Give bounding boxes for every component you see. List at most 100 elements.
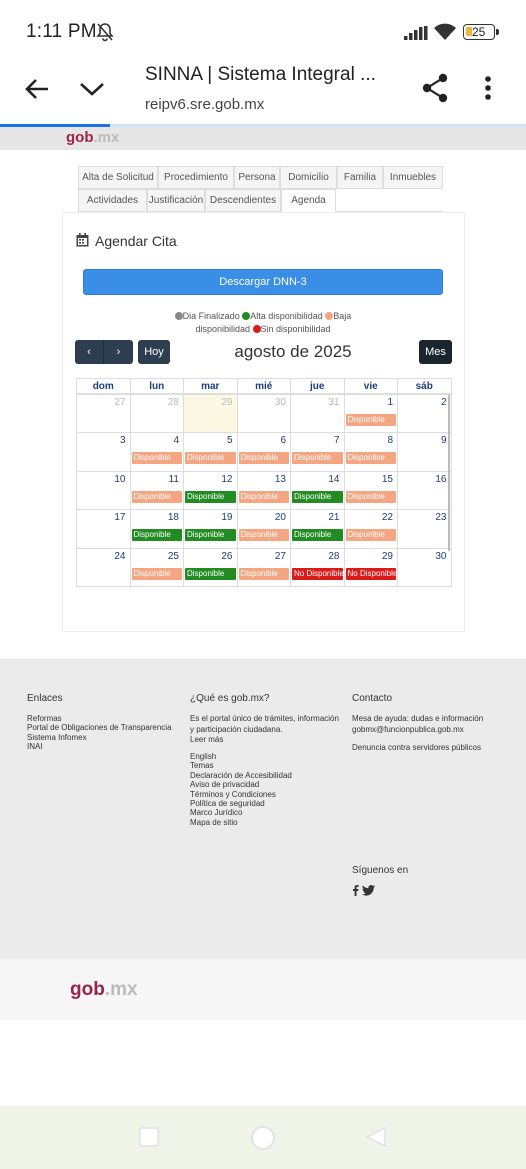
today-button[interactable]: Hoy (138, 340, 170, 364)
calendar-day-cell[interactable]: 30 (397, 547, 452, 587)
day-number[interactable]: 30 (435, 551, 446, 562)
calendar-day-cell[interactable]: 20 Disponible (236, 509, 291, 549)
availability-event[interactable]: Disponible (185, 567, 236, 580)
day-number[interactable]: 10 (114, 474, 125, 485)
footer-link[interactable]: INAI (27, 742, 172, 751)
availability-event[interactable]: Disponible (131, 452, 182, 465)
footer-link[interactable]: Temas (190, 761, 292, 770)
footer-link[interactable]: Mapa de sitio (190, 818, 292, 827)
tab-justificación[interactable]: Justificación (147, 189, 205, 212)
recents-square-icon[interactable] (139, 1127, 159, 1147)
calendar-day-cell[interactable]: 23 (397, 509, 452, 549)
day-number[interactable]: 28 (328, 551, 339, 562)
day-number[interactable]: 24 (114, 551, 125, 562)
availability-event[interactable]: No Disponible (345, 567, 396, 580)
day-number[interactable]: 15 (382, 474, 393, 485)
availability-event[interactable]: Disponible (238, 452, 289, 465)
footer-link[interactable]: Reformas (27, 714, 172, 723)
availability-event[interactable]: Disponible (238, 567, 289, 580)
calendar-day-cell[interactable]: 12 Disponible (183, 470, 238, 511)
day-number[interactable]: 16 (435, 474, 446, 485)
day-number[interactable]: 23 (435, 512, 446, 523)
footer-link[interactable]: Declaración de Accesibilidad (190, 771, 292, 780)
day-number[interactable]: 14 (328, 474, 339, 485)
day-number[interactable]: 12 (221, 474, 232, 485)
calendar-day-cell[interactable]: 28 No Disponible (290, 547, 345, 587)
day-number[interactable]: 21 (328, 512, 339, 523)
tab-alta-de-solicitud[interactable]: Alta de Solicitud (78, 166, 158, 189)
footer-link[interactable]: Marco Jurídico (190, 808, 292, 817)
denuncia-link[interactable]: Denuncia contra servidores públicos (352, 743, 512, 752)
page-url[interactable]: reipv6.sre.gob.mx (145, 96, 264, 113)
availability-event[interactable]: Disponible (345, 529, 396, 542)
availability-event[interactable]: Disponible (345, 452, 396, 465)
calendar-day-cell[interactable]: 10 (76, 470, 131, 511)
calendar-day-cell[interactable]: 15 Disponible (343, 470, 398, 511)
availability-event[interactable]: Disponible (238, 490, 289, 503)
prev-month-button[interactable]: ‹ (75, 340, 104, 364)
calendar-day-cell[interactable]: 18 Disponible (129, 509, 184, 549)
availability-event[interactable]: No Disponible (292, 567, 343, 580)
calendar-day-cell[interactable]: 22 Disponible (343, 509, 398, 549)
tab-descendientes[interactable]: Descendientes (205, 189, 281, 212)
read-more-link[interactable]: Leer más (190, 735, 223, 744)
footer-link[interactable]: Política de seguridad (190, 799, 292, 808)
day-number[interactable]: 26 (221, 551, 232, 562)
day-number[interactable]: 29 (382, 551, 393, 562)
tab-agenda[interactable]: Agenda (281, 189, 336, 212)
day-number[interactable]: 19 (221, 512, 232, 523)
day-number[interactable]: 5 (227, 435, 233, 446)
day-number[interactable]: 4 (173, 435, 179, 446)
availability-event[interactable]: Disponible (185, 529, 236, 542)
calendar-day-cell[interactable]: 3 (76, 432, 131, 472)
footer-link[interactable]: Sistema Infomex (27, 733, 172, 742)
day-number[interactable]: 31 (328, 397, 339, 408)
home-circle-icon[interactable] (249, 1124, 277, 1152)
tab-persona[interactable]: Persona (234, 166, 280, 189)
day-number[interactable]: 7 (334, 435, 340, 446)
calendar-day-cell[interactable]: 27 (76, 394, 131, 434)
tab-inmuebles[interactable]: Inmuebles (383, 166, 443, 189)
calendar-day-cell[interactable]: 17 (76, 509, 131, 549)
calendar-day-cell[interactable]: 28 (129, 394, 184, 434)
calendar-day-cell[interactable]: 19 Disponible (183, 509, 238, 549)
day-number[interactable]: 13 (275, 474, 286, 485)
availability-event[interactable]: Disponible (292, 452, 343, 465)
availability-event[interactable]: Disponible (185, 490, 236, 503)
calendar-day-cell[interactable]: 24 (76, 547, 131, 587)
footer-link[interactable]: English (190, 752, 292, 761)
availability-event[interactable]: Disponible (345, 414, 396, 426)
footer-link[interactable]: Aviso de privacidad (190, 780, 292, 789)
calendar-day-cell[interactable]: 27 Disponible (236, 547, 291, 587)
tab-familia[interactable]: Familia (337, 166, 383, 189)
gob-logo-footer[interactable]: gob.mx (70, 979, 138, 1001)
back-arrow-icon[interactable] (22, 74, 54, 104)
calendar-day-cell[interactable]: 2 (397, 394, 452, 434)
calendar-day-cell[interactable]: 21 Disponible (290, 509, 345, 549)
day-number[interactable]: 6 (280, 435, 286, 446)
calendar-day-cell[interactable]: 5 Disponible (183, 432, 238, 472)
chevron-down-icon[interactable] (76, 74, 108, 104)
availability-event[interactable]: Disponible (345, 490, 396, 503)
day-number[interactable]: 9 (441, 435, 447, 446)
calendar-day-cell[interactable]: 31 (290, 394, 345, 434)
share-icon[interactable] (420, 72, 450, 104)
calendar-scrollbar[interactable] (448, 395, 450, 551)
availability-event[interactable]: Disponible (131, 529, 182, 542)
day-number[interactable]: 22 (382, 512, 393, 523)
calendar-day-cell[interactable]: 29 No Disponible (343, 547, 398, 587)
availability-event[interactable]: Disponible (131, 567, 182, 580)
calendar-day-cell[interactable]: 30 (236, 394, 291, 434)
day-number[interactable]: 2 (441, 397, 447, 408)
day-number[interactable]: 3 (120, 435, 126, 446)
facebook-icon[interactable] (352, 885, 359, 896)
day-number[interactable]: 17 (114, 512, 125, 523)
footer-link[interactable]: Portal de Obligaciones de Transparencia (27, 723, 172, 732)
availability-event[interactable]: Disponible (238, 529, 289, 542)
calendar-day-cell[interactable]: 9 (397, 432, 452, 472)
calendar-day-cell[interactable]: 1 Disponible (343, 394, 398, 434)
footer-link[interactable]: Términos y Condiciones (190, 790, 292, 799)
day-number[interactable]: 28 (168, 397, 179, 408)
day-number[interactable]: 30 (275, 397, 286, 408)
availability-event[interactable]: Disponible (185, 452, 236, 465)
